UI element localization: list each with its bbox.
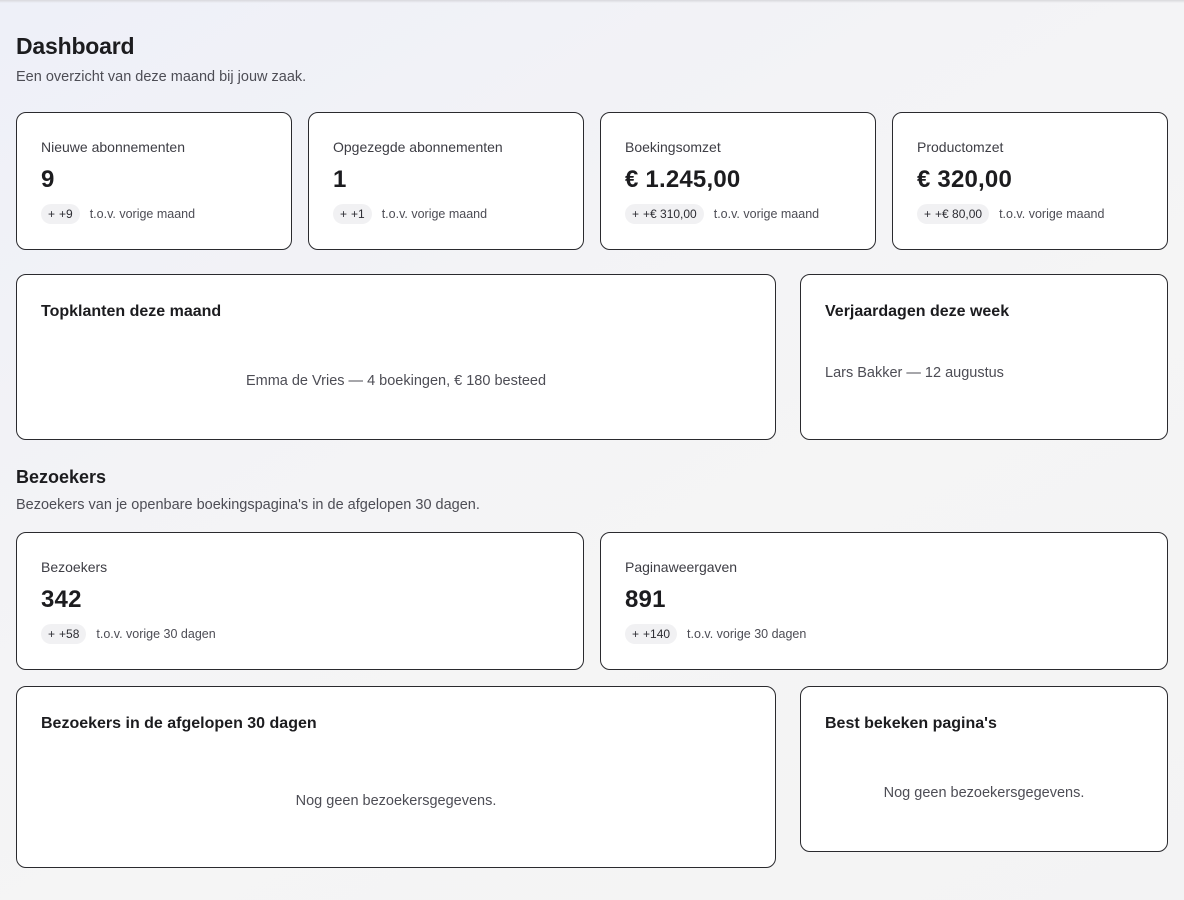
delta-value: +€ 80,00 [935, 207, 983, 221]
stat-delta: + +1 t.o.v. vorige maand [333, 204, 487, 224]
delta-value: +9 [59, 207, 73, 221]
plus-icon: + [48, 627, 56, 641]
stat-delta: + +9 t.o.v. vorige maand [41, 204, 195, 224]
stat-delta: + +58 t.o.v. vorige 30 dagen [41, 624, 216, 644]
section-title: Bezoekers [16, 467, 107, 487]
page-title: Dashboard [16, 33, 135, 59]
section-subtitle: Bezoekers van je openbare boekingspagina… [16, 497, 480, 513]
delta-badge: + +€ 80,00 [917, 204, 990, 224]
stat-label: Opgezegde abonnementen [333, 139, 503, 155]
birthdays-card: Verjaardagen deze week Lars Bakker — 12 … [800, 274, 1168, 440]
stat-card-cancelled-subscriptions: Opgezegde abonnementen 1 + +1 t.o.v. vori… [308, 112, 584, 250]
stat-value: € 1.245,00 [625, 166, 741, 193]
empty-state-text: Nog geen bezoekersgegevens. [295, 793, 497, 809]
delta-text: t.o.v. vorige maand [713, 207, 820, 221]
delta-badge: + +1 [333, 204, 372, 224]
stat-card-product-revenue: Productomzet € 320,00 + +€ 80,00 t.o.v. v… [892, 112, 1168, 250]
visitors-chart-card: Bezoekers in de afgelopen 30 dagen Nog g… [16, 686, 776, 868]
stat-value: € 320,00 [917, 166, 1013, 193]
stat-card-page-views: Paginaweergaven 891 + +140 t.o.v. vorige … [600, 532, 1168, 670]
delta-text: t.o.v. vorige maand [381, 207, 488, 221]
delta-value: +€ 310,00 [643, 207, 697, 221]
card-title: Topklanten deze maand [41, 303, 222, 320]
delta-badge: + +9 [41, 204, 80, 224]
stat-value: 1 [333, 166, 347, 193]
stat-delta: + +€ 80,00 t.o.v. vorige maand [917, 204, 1104, 224]
plus-icon: + [632, 627, 640, 641]
stat-delta: + +€ 310,00 t.o.v. vorige maand [625, 204, 819, 224]
delta-value: +58 [59, 627, 80, 641]
plus-icon: + [632, 207, 640, 221]
stat-value: 891 [625, 586, 666, 613]
stat-label: Bezoekers [41, 559, 108, 575]
stat-card-booking-revenue: Boekingsomzet € 1.245,00 + +€ 310,00 t.o.… [600, 112, 876, 250]
top-clients-card: Topklanten deze maand Emma de Vries — 4 … [16, 274, 776, 440]
stat-delta: + +140 t.o.v. vorige 30 dagen [625, 624, 806, 644]
delta-text: t.o.v. vorige maand [89, 207, 196, 221]
top-pages-card: Best bekeken pagina's Nog geen bezoekers… [800, 686, 1168, 852]
delta-value: +1 [351, 207, 365, 221]
top-client-entry: Emma de Vries — 4 boekingen, € 180 beste… [245, 373, 547, 389]
stat-value: 342 [41, 586, 82, 613]
stat-card-visitors: Bezoekers 342 + +58 t.o.v. vorige 30 dage… [16, 532, 584, 670]
delta-value: +140 [643, 627, 671, 641]
top-shadow-line [0, 0, 1184, 3]
delta-badge: + +58 [41, 624, 87, 644]
stat-label: Boekingsomzet [625, 139, 721, 155]
plus-icon: + [340, 207, 348, 221]
card-title: Best bekeken pagina's [825, 715, 997, 732]
empty-state-text: Nog geen bezoekersgegevens. [883, 785, 1085, 801]
stat-value: 9 [41, 166, 55, 193]
delta-text: t.o.v. vorige maand [999, 207, 1105, 221]
delta-text: t.o.v. vorige 30 dagen [687, 627, 807, 641]
page-subtitle: Een overzicht van deze maand bij jouw za… [16, 69, 307, 85]
delta-badge: + +140 [625, 624, 678, 644]
birthday-entry: Lars Bakker — 12 augustus [825, 365, 1004, 381]
stat-card-new-subscriptions: Nieuwe abonnementen 9 + +9 t.o.v. vorige … [16, 112, 292, 250]
stat-label: Paginaweergaven [625, 559, 738, 575]
stat-label: Productomzet [917, 139, 1004, 155]
plus-icon: + [924, 207, 932, 221]
card-title: Verjaardagen deze week [825, 303, 1010, 320]
stat-label: Nieuwe abonnementen [41, 139, 185, 155]
card-title: Bezoekers in de afgelopen 30 dagen [41, 715, 317, 732]
plus-icon: + [48, 207, 56, 221]
delta-badge: + +€ 310,00 [625, 204, 704, 224]
delta-text: t.o.v. vorige 30 dagen [96, 627, 216, 641]
